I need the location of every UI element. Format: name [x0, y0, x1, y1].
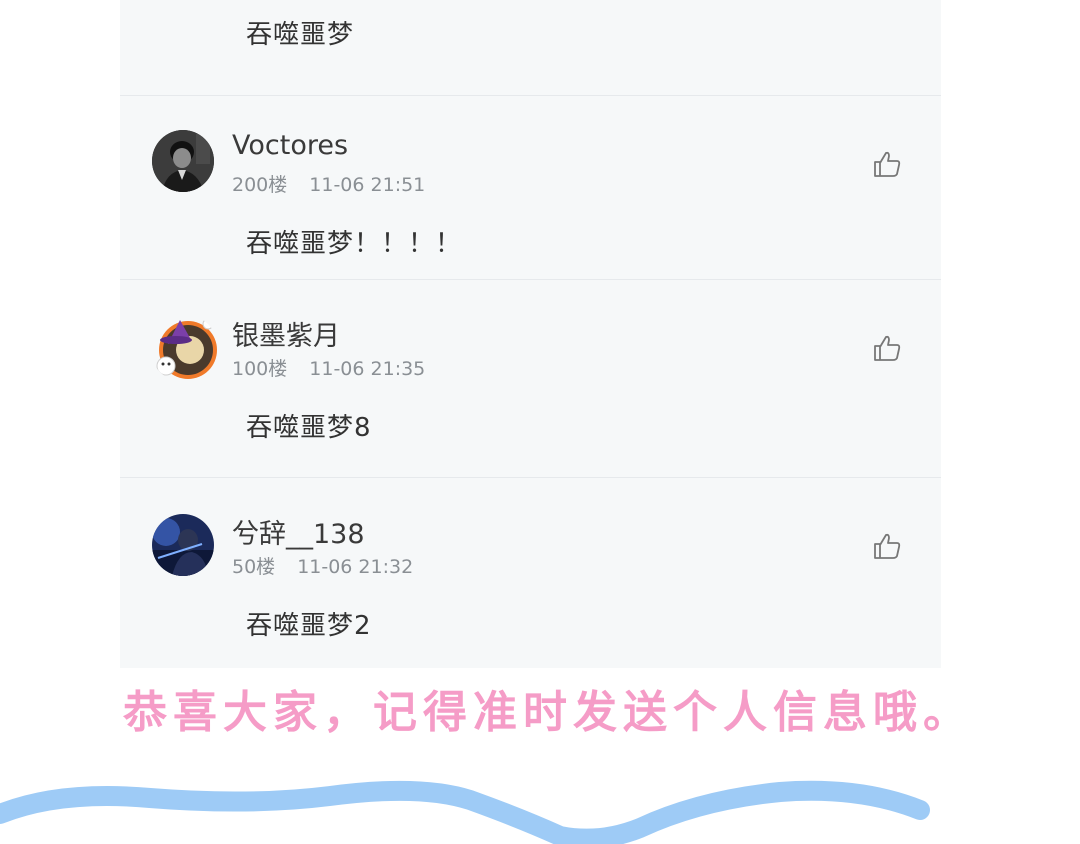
comment-item: Voctores 200楼 11-06 21:51 吞噬噩梦！！！！	[120, 96, 941, 279]
comment-item-partial: 吞噬噩梦	[120, 0, 941, 95]
comment-text: 吞噬噩梦8	[246, 413, 372, 443]
decorative-wave	[0, 780, 930, 844]
username[interactable]: 银墨紫月	[232, 314, 340, 353]
thumbs-up-icon[interactable]	[872, 531, 902, 561]
timestamp: 11-06 21:51	[309, 174, 426, 196]
timestamp: 11-06 21:32	[297, 556, 414, 578]
comment-meta: 50楼 11-06 21:32	[232, 552, 413, 579]
comment-list: 吞噬噩梦 Voctores 200楼 11-06 21:51 吞噬噩梦！！！！	[120, 0, 941, 668]
comment-text: 吞噬噩梦	[246, 20, 355, 50]
thumbs-up-icon[interactable]	[872, 149, 902, 179]
username[interactable]: Voctores	[232, 130, 348, 161]
avatar-witch-hat-anime[interactable]	[150, 314, 218, 382]
floor-number: 200楼	[232, 174, 288, 196]
thumbs-up-icon[interactable]	[872, 333, 902, 363]
floor-number: 50楼	[232, 556, 276, 578]
avatar-dark-portrait[interactable]	[152, 130, 214, 192]
username[interactable]: 兮辞__138	[232, 512, 365, 551]
comment-text: 吞噬噩梦！！！！	[246, 229, 463, 259]
comment-text: 吞噬噩梦2	[246, 611, 372, 641]
timestamp: 11-06 21:35	[309, 358, 426, 380]
comment-meta: 200楼 11-06 21:51	[232, 170, 425, 197]
announcement-banner: 恭喜大家，记得准时发送个人信息哦。	[123, 687, 973, 738]
page: 吞噬噩梦 Voctores 200楼 11-06 21:51 吞噬噩梦！！！！	[0, 0, 1080, 844]
comment-item: 银墨紫月 100楼 11-06 21:35 吞噬噩梦8	[120, 280, 941, 477]
comment-item: 兮辞__138 50楼 11-06 21:32 吞噬噩梦2	[120, 478, 941, 668]
avatar-blue-scene[interactable]	[152, 514, 214, 576]
comment-meta: 100楼 11-06 21:35	[232, 354, 425, 381]
floor-number: 100楼	[232, 358, 288, 380]
